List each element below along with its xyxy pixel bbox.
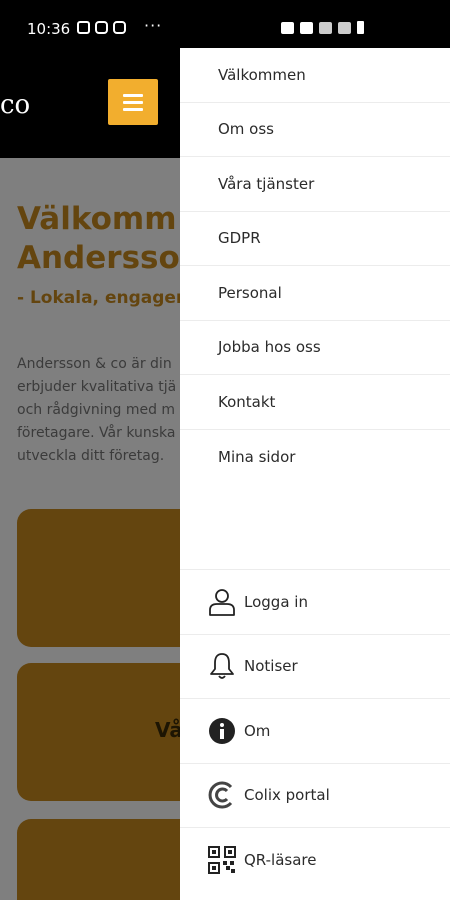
instagram-icon [95,21,108,34]
nav-list: Välkommen Om oss Våra tjänster GDPR Pers… [180,48,450,484]
about-label: Om [244,721,271,740]
mute-icon [300,21,313,34]
notifications-item[interactable]: Notiser [180,635,450,699]
colix-portal-label: Colix portal [244,786,330,805]
menu-bar [123,93,143,97]
more-notifications-icon: ··· [144,16,163,35]
status-bar: 10:36 ··· [0,0,450,48]
logo: co [0,90,31,120]
system-icons [281,21,364,34]
gallery-icon [77,21,90,34]
status-time: 10:36 [27,20,71,38]
about-item[interactable]: Om [180,699,450,764]
notifications-label: Notiser [244,657,298,676]
colix-icon [207,780,237,810]
signal-icon [338,21,351,34]
battery-icon [357,21,364,34]
hamburger-menu-button[interactable] [108,79,158,125]
wifi-icon [319,21,332,34]
nav-item-personal[interactable]: Personal [180,266,450,321]
navigation-drawer: Välkommen Om oss Våra tjänster GDPR Pers… [180,48,450,900]
login-label: Logga in [244,592,308,611]
login-item[interactable]: Logga in [180,570,450,635]
nav-item-vara-tjanster[interactable]: Våra tjänster [180,157,450,212]
qr-code-icon [207,845,237,875]
notification-icons [77,21,126,34]
qr-reader-item[interactable]: QR-läsare [180,828,450,893]
nav-item-mina-sidor[interactable]: Mina sidor [180,430,450,485]
info-icon [207,716,237,746]
colix-portal-item[interactable]: Colix portal [180,764,450,828]
nav-item-kontakt[interactable]: Kontakt [180,375,450,430]
nav-item-jobba-hos-oss[interactable]: Jobba hos oss [180,321,450,375]
nav-item-valkommen[interactable]: Välkommen [180,48,450,103]
bell-icon [207,651,237,681]
user-icon [207,587,237,617]
menu-bar [123,107,143,111]
nav-item-om-oss[interactable]: Om oss [180,103,450,157]
instagram-icon [113,21,126,34]
drawer-actions: Logga in Notiser Om Colix portal QR-läsa… [180,569,450,893]
nav-item-gdpr[interactable]: GDPR [180,212,450,266]
menu-bar [123,100,143,104]
alarm-icon [281,21,294,34]
qr-reader-label: QR-läsare [244,851,317,870]
